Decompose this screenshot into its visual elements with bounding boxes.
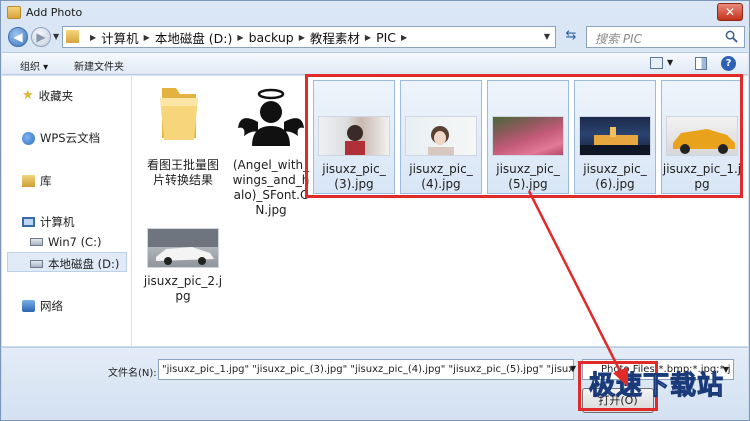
history-dropdown-icon[interactable]: ▼ xyxy=(53,32,59,41)
breadcrumb: ▶ 计算机 ▶ 本地磁盘 (D:) ▶ backup ▶ 教程素材 ▶ PIC … xyxy=(85,28,412,46)
command-bar: 组织 ▾ 新建文件夹 ▼ ? xyxy=(2,52,748,75)
address-dropdown-icon[interactable]: ▼ xyxy=(544,32,550,41)
sidebar-item-label: WPS云文档 xyxy=(40,131,101,145)
breadcrumb-separator-icon[interactable]: ▶ xyxy=(144,33,150,42)
search-icon[interactable] xyxy=(725,30,738,43)
sidebar-item-wps-cloud[interactable]: WPS云文档 xyxy=(22,130,100,146)
network-icon xyxy=(22,300,35,312)
star-icon: ★ xyxy=(22,88,34,103)
refresh-icon[interactable]: ⇆ xyxy=(561,26,581,48)
angel-image-thumbnail xyxy=(238,88,304,146)
file-item-angel[interactable]: (Angel_with_wings_and_halo)_SFont.CN.jpg xyxy=(230,78,312,228)
preview-pane-icon[interactable] xyxy=(695,57,707,70)
close-button[interactable]: ✕ xyxy=(717,3,743,21)
back-arrow-icon[interactable]: ◀ xyxy=(8,27,28,47)
organize-button[interactable]: 组织 ▾ xyxy=(20,58,48,73)
title-bar: Add Photo ✕ xyxy=(1,1,749,25)
breadcrumb-computer[interactable]: 计算机 xyxy=(101,28,139,47)
filename-dropdown-icon[interactable]: ▼ xyxy=(570,364,576,373)
search-placeholder: 搜索 PIC xyxy=(595,32,642,46)
drive-icon xyxy=(30,238,43,246)
breadcrumb-separator-icon[interactable]: ▶ xyxy=(237,33,243,42)
breadcrumb-pic[interactable]: PIC xyxy=(376,30,396,45)
sidebar-item-library[interactable]: 库 xyxy=(22,173,52,189)
view-dropdown-icon[interactable]: ▼ xyxy=(667,58,673,67)
sidebar-item-network[interactable]: 网络 xyxy=(22,298,63,314)
breadcrumb-separator-icon[interactable]: ▶ xyxy=(401,33,407,42)
address-bar[interactable]: ▶ 计算机 ▶ 本地磁盘 (D:) ▶ backup ▶ 教程素材 ▶ PIC … xyxy=(62,26,556,48)
folder-app-icon xyxy=(7,6,21,19)
sidebar-item-label: 本地磁盘 (D:) xyxy=(48,257,120,271)
drive-icon xyxy=(30,260,43,268)
sidebar-item-label: 库 xyxy=(40,174,52,188)
file-dialog-window: Add Photo ✕ ◀ ▶ ▼ ▶ 计算机 ▶ 本地磁盘 (D:) ▶ ba… xyxy=(0,0,750,421)
file-item-pic-2[interactable]: jisuxz_pic_2.jpg xyxy=(142,222,224,312)
filename-label: 文件名(N): xyxy=(108,368,157,379)
car-shape xyxy=(148,229,218,265)
watermark-text: 极速下载站 xyxy=(588,371,725,402)
file-name: (Angel_with_wings_and_halo)_SFont.CN.jpg xyxy=(232,158,310,217)
computer-icon xyxy=(22,217,35,227)
library-icon xyxy=(22,175,35,187)
sidebar-item-computer[interactable]: 计算机 xyxy=(22,214,75,230)
file-name: 看图王批量图片转换结果 xyxy=(146,158,219,187)
search-input[interactable]: 搜索 PIC xyxy=(586,26,745,48)
cloud-icon xyxy=(22,131,35,145)
filename-input[interactable]: "jisuxz_pic_1.jpg" "jisuxz_pic_(3).jpg" … xyxy=(158,359,574,380)
window-title: Add Photo xyxy=(26,6,83,19)
file-name: jisuxz_pic_2.jpg xyxy=(143,274,223,303)
breadcrumb-separator-icon[interactable]: ▶ xyxy=(90,33,96,42)
sidebar-item-label: 收藏夹 xyxy=(38,89,74,103)
sidebar-item-local-disk-d[interactable]: 本地磁盘 (D:) xyxy=(30,256,119,272)
sidebar-item-label: Win7 (C:) xyxy=(48,235,102,249)
view-options-icon[interactable] xyxy=(650,57,663,69)
navigation-pane[interactable]: ★ 收藏夹 WPS云文档 库 计算机 Win7 (C:) 本地磁盘 (D:) 网… xyxy=(2,76,132,346)
white-car-thumbnail xyxy=(147,228,219,268)
file-item-folder[interactable]: 看图王批量图片转换结果 xyxy=(142,78,224,218)
folder-icon xyxy=(66,30,79,43)
selection-annotation-box xyxy=(305,74,743,198)
breadcrumb-local-disk[interactable]: 本地磁盘 (D:) xyxy=(155,28,233,47)
sidebar-item-win7-c[interactable]: Win7 (C:) xyxy=(30,235,101,249)
folder-icon xyxy=(160,88,198,140)
breadcrumb-separator-icon[interactable]: ▶ xyxy=(299,33,305,42)
new-folder-button[interactable]: 新建文件夹 xyxy=(74,58,124,73)
sidebar-item-label: 计算机 xyxy=(40,215,75,229)
sidebar-item-label: 网络 xyxy=(40,299,63,313)
breadcrumb-tutorial[interactable]: 教程素材 xyxy=(310,28,360,47)
help-icon[interactable]: ? xyxy=(721,56,736,71)
breadcrumb-backup[interactable]: backup xyxy=(249,30,294,45)
forward-arrow-icon[interactable]: ▶ xyxy=(31,27,51,47)
sidebar-item-favorites[interactable]: ★ 收藏夹 xyxy=(22,88,73,104)
breadcrumb-separator-icon[interactable]: ▶ xyxy=(365,33,371,42)
